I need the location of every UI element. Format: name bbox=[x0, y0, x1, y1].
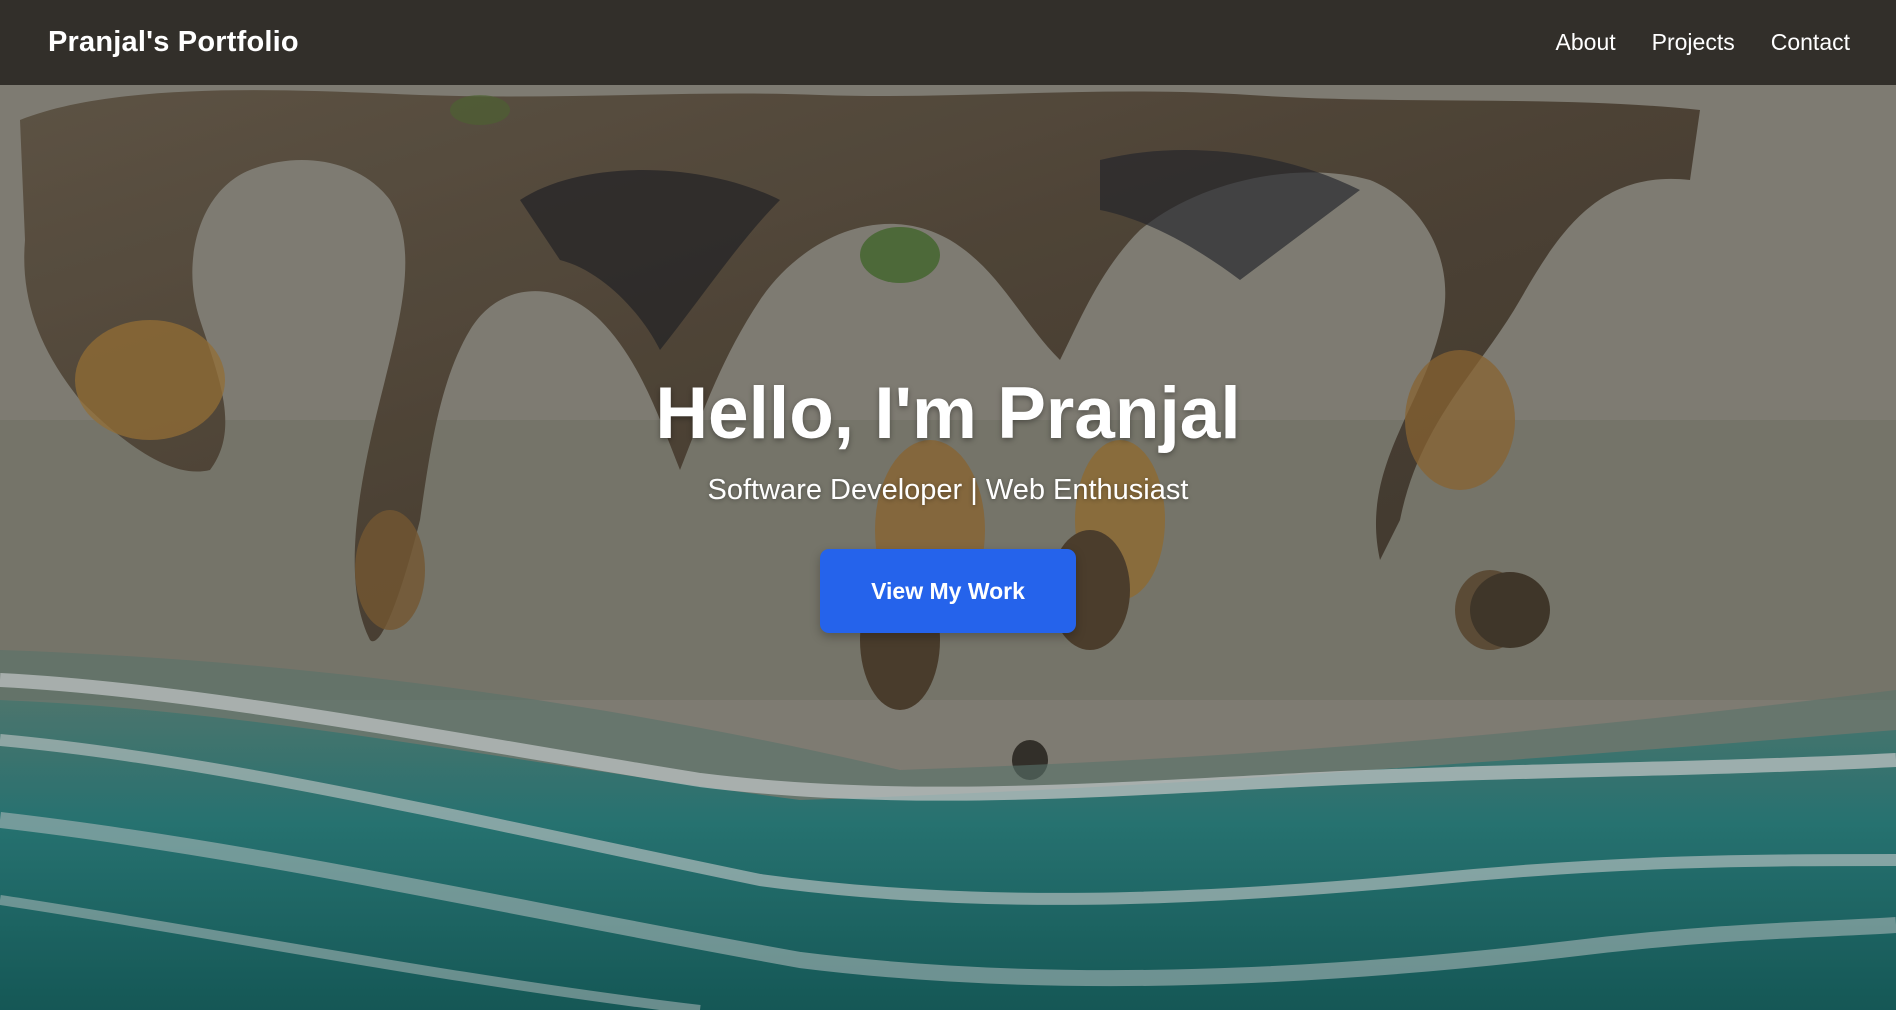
top-navbar: Pranjal's Portfolio About Projects Conta… bbox=[0, 0, 1896, 85]
nav-link-projects[interactable]: Projects bbox=[1652, 29, 1735, 56]
hero-title: Hello, I'm Pranjal bbox=[655, 373, 1241, 454]
nav-link-about[interactable]: About bbox=[1556, 29, 1616, 56]
brand-logo[interactable]: Pranjal's Portfolio bbox=[48, 26, 299, 59]
hero-section: Pranjal's Portfolio About Projects Conta… bbox=[0, 0, 1896, 1010]
view-my-work-button[interactable]: View My Work bbox=[820, 549, 1076, 633]
hero-subtitle: Software Developer | Web Enthusiast bbox=[707, 474, 1189, 506]
nav-link-contact[interactable]: Contact bbox=[1771, 29, 1850, 56]
nav-links: About Projects Contact bbox=[1556, 29, 1850, 56]
hero-content: Hello, I'm Pranjal Software Developer | … bbox=[0, 370, 1896, 633]
